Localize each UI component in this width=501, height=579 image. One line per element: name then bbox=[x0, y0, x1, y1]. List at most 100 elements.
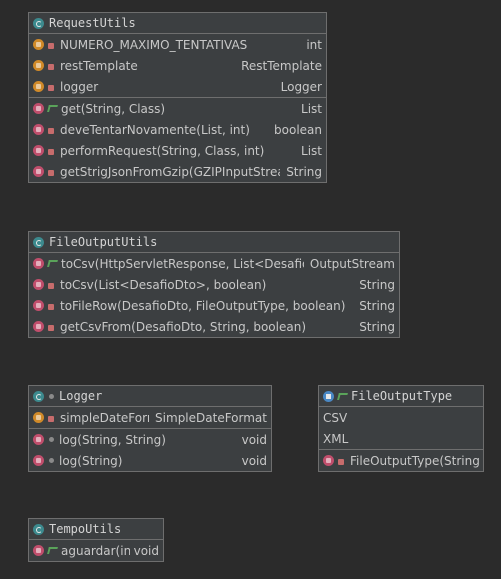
static-field-icon bbox=[33, 39, 44, 50]
enum-constant[interactable]: CSV bbox=[319, 407, 483, 428]
class-icon bbox=[33, 17, 44, 29]
method-icon bbox=[33, 321, 44, 332]
field-name: logger bbox=[60, 79, 99, 94]
field-row[interactable]: NUMERO_MAXIMO_TENTATIVAS int bbox=[29, 34, 326, 55]
class-name: TempoUtils bbox=[49, 522, 122, 536]
method-row[interactable]: getStrigJsonFromGzip(GZIPInputStream) St… bbox=[29, 161, 326, 182]
method-signature: toCsv(HttpServletResponse, List<DesafioD… bbox=[61, 256, 304, 271]
method-row[interactable]: toCsv(HttpServletResponse, List<DesafioD… bbox=[29, 253, 399, 274]
private-lock-icon bbox=[48, 42, 54, 49]
method-signature: log(String) bbox=[59, 453, 123, 468]
method-return-type: String bbox=[359, 277, 395, 292]
method-row[interactable]: toCsv(List<DesafioDto>, boolean) String bbox=[29, 274, 399, 295]
method-row[interactable]: getCsvFrom(DesafioDto, String, boolean) … bbox=[29, 316, 399, 337]
method-row[interactable]: log(String, String) void bbox=[29, 429, 271, 450]
method-signature: toCsv(List<DesafioDto>, boolean) bbox=[60, 277, 267, 292]
enum-header[interactable]: FileOutputType bbox=[319, 386, 483, 407]
method-return-type: void bbox=[241, 453, 267, 468]
class-box-fileoutpututils[interactable]: FileOutputUtils toCsv(HttpServletRespons… bbox=[28, 231, 400, 338]
private-lock-icon bbox=[48, 324, 54, 331]
method-row[interactable]: aguardar(int) void bbox=[29, 540, 163, 561]
method-return-type: OutputStream bbox=[309, 256, 395, 271]
enum-constant[interactable]: XML bbox=[319, 428, 483, 449]
method-icon bbox=[33, 166, 44, 177]
method-return-type: void bbox=[133, 543, 159, 558]
private-lock-icon bbox=[48, 415, 54, 422]
methods-section: log(String, String) void log(String) voi… bbox=[29, 429, 271, 471]
method-return-type: String bbox=[359, 319, 395, 334]
field-name: restTemplate bbox=[60, 58, 138, 73]
method-icon bbox=[33, 279, 44, 290]
field-type: SimpleDateFormat bbox=[155, 410, 267, 425]
method-return-type: String bbox=[286, 164, 322, 179]
methods-section: FileOutputType(String) bbox=[319, 450, 483, 471]
public-icon bbox=[337, 392, 348, 400]
method-signature: aguardar(int) bbox=[61, 543, 130, 558]
constructor-row[interactable]: FileOutputType(String) bbox=[319, 450, 483, 471]
static-method-icon bbox=[33, 545, 44, 556]
class-box-requestutils[interactable]: RequestUtils NUMERO_MAXIMO_TENTATIVAS in… bbox=[28, 12, 327, 183]
class-icon bbox=[33, 236, 44, 248]
method-row[interactable]: performRequest(String, Class, int) List bbox=[29, 140, 326, 161]
method-signature: getStrigJsonFromGzip(GZIPInputStream) bbox=[60, 164, 281, 179]
package-private-icon bbox=[49, 437, 54, 442]
method-row[interactable]: deveTentarNovamente(List, int) boolean bbox=[29, 119, 326, 140]
package-private-icon bbox=[49, 393, 54, 399]
method-return-type: String bbox=[359, 298, 395, 313]
package-private-icon bbox=[49, 458, 54, 463]
field-row[interactable]: simpleDateFormat SimpleDateFormat bbox=[29, 407, 271, 428]
class-header[interactable]: TempoUtils bbox=[29, 519, 163, 540]
public-icon bbox=[47, 260, 58, 267]
class-box-tempoutils[interactable]: TempoUtils aguardar(int) void bbox=[28, 518, 164, 562]
method-icon bbox=[33, 300, 44, 311]
method-icon bbox=[33, 434, 44, 445]
method-icon bbox=[33, 455, 44, 466]
method-return-type: List bbox=[301, 143, 322, 158]
private-lock-icon bbox=[338, 458, 344, 465]
class-icon bbox=[33, 390, 44, 402]
method-row[interactable]: get(String, Class) List bbox=[29, 98, 326, 119]
field-name: NUMERO_MAXIMO_TENTATIVAS bbox=[60, 37, 248, 52]
class-box-logger[interactable]: Logger simpleDateFormat SimpleDateFormat… bbox=[28, 385, 272, 472]
private-lock-icon bbox=[48, 169, 54, 176]
method-icon bbox=[33, 258, 44, 269]
method-signature: FileOutputType(String) bbox=[350, 453, 479, 468]
method-row[interactable]: toFileRow(DesafioDto, FileOutputType, bo… bbox=[29, 295, 399, 316]
class-header[interactable]: Logger bbox=[29, 386, 271, 407]
field-icon bbox=[33, 60, 44, 71]
methods-section: get(String, Class) List deveTentarNovame… bbox=[29, 98, 326, 182]
private-lock-icon bbox=[48, 303, 54, 310]
class-header[interactable]: RequestUtils bbox=[29, 13, 326, 34]
public-icon bbox=[47, 547, 58, 554]
class-icon bbox=[33, 523, 44, 535]
method-icon bbox=[323, 455, 334, 466]
class-name: FileOutputUtils bbox=[49, 235, 158, 249]
private-lock-icon bbox=[48, 63, 54, 70]
class-header[interactable]: FileOutputUtils bbox=[29, 232, 399, 253]
method-signature: toFileRow(DesafioDto, FileOutputType, bo… bbox=[60, 298, 346, 313]
method-return-type: void bbox=[241, 432, 267, 447]
enum-icon bbox=[323, 390, 334, 402]
method-signature: get(String, Class) bbox=[61, 101, 166, 116]
field-row[interactable]: logger Logger bbox=[29, 76, 326, 97]
enum-name: FileOutputType bbox=[351, 389, 453, 403]
enum-box-fileoutputtype[interactable]: FileOutputType CSV XML FileOutputType(St… bbox=[318, 385, 484, 472]
method-row[interactable]: log(String) void bbox=[29, 450, 271, 471]
class-name: RequestUtils bbox=[49, 16, 136, 30]
method-return-type: boolean bbox=[274, 122, 322, 137]
field-type: RestTemplate bbox=[241, 58, 322, 73]
public-icon bbox=[47, 105, 58, 112]
method-signature: getCsvFrom(DesafioDto, String, boolean) bbox=[60, 319, 306, 334]
private-lock-icon bbox=[48, 127, 54, 134]
private-lock-icon bbox=[48, 148, 54, 155]
private-lock-icon bbox=[48, 84, 54, 91]
field-type: int bbox=[306, 37, 322, 52]
field-icon bbox=[33, 81, 44, 92]
field-row[interactable]: restTemplate RestTemplate bbox=[29, 55, 326, 76]
method-return-type: List bbox=[301, 101, 322, 116]
field-icon bbox=[33, 412, 44, 423]
constants-section: CSV XML bbox=[319, 407, 483, 450]
class-name: Logger bbox=[59, 389, 103, 403]
method-signature: deveTentarNovamente(List, int) bbox=[60, 122, 250, 137]
fields-section: NUMERO_MAXIMO_TENTATIVAS int restTemplat… bbox=[29, 34, 326, 98]
